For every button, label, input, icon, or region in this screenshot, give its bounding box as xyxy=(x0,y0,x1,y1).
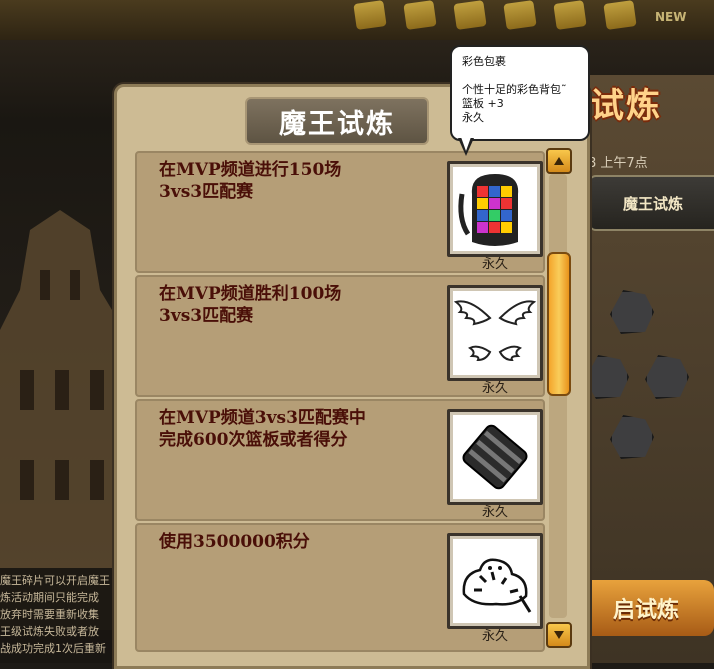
reward-item-slot[interactable] xyxy=(447,161,543,257)
tooltip-duration: 永久 xyxy=(462,111,484,124)
arrow-down-icon xyxy=(554,631,564,639)
task-text-line: 使用3500000积分 xyxy=(159,532,310,552)
stone-fragment-icon xyxy=(585,355,629,399)
task-description: 在MVP频道3vs3匹配赛中 完成600次篮板或者得分 xyxy=(159,407,429,451)
item-duration: 永久 xyxy=(481,505,508,520)
panel-title: 魔王试炼 xyxy=(279,108,395,140)
right-time: 8 上午7点 xyxy=(588,156,648,171)
menu-icon-5[interactable] xyxy=(553,0,587,30)
task-text-line: 完成600次篮板或者得分 xyxy=(159,430,348,450)
left-info-line: 魔王碎片可以开启魔王 xyxy=(0,574,110,587)
title-plate: 魔王试炼 xyxy=(245,97,429,145)
reward-item-slot[interactable] xyxy=(447,409,543,505)
task-description: 使用3500000积分 xyxy=(159,531,429,553)
arrow-up-icon xyxy=(554,157,564,165)
right-title: 试炼 xyxy=(590,86,662,126)
white-tiger-icon xyxy=(462,558,532,613)
tooltip-tail-inner xyxy=(461,137,471,151)
tooltip-stat: 篮板 +3 xyxy=(462,97,504,110)
menu-icon-3[interactable] xyxy=(453,0,487,30)
stone-fragment-icon xyxy=(610,290,654,334)
task-text-line: 在MVP频道3vs3匹配赛中 xyxy=(159,408,366,428)
left-info-line: 炼活动期间只能完成 xyxy=(0,591,99,604)
armband-icon xyxy=(462,424,528,490)
task-description: 在MVP频道进行150场 3vs3匹配赛 xyxy=(159,159,429,203)
top-menu-bar: NEW xyxy=(0,0,714,40)
task-row: 在MVP频道进行150场 3vs3匹配赛 永久 xyxy=(135,151,545,273)
menu-icon-6[interactable] xyxy=(603,0,637,30)
item-duration: 永久 xyxy=(481,381,508,396)
scroll-up-button[interactable] xyxy=(546,148,572,174)
reward-item-slot[interactable] xyxy=(447,285,543,381)
white-wings-icon xyxy=(453,300,537,362)
demon-trial-panel: 魔王试炼 在MVP频道进行150场 3vs3匹配赛 永久 在MVP频道胜利100… xyxy=(114,84,590,669)
scroll-thumb[interactable] xyxy=(547,252,571,396)
menu-icon-1[interactable] xyxy=(353,0,387,30)
task-row: 在MVP频道3vs3匹配赛中 完成600次篮板或者得分 永久 xyxy=(135,399,545,521)
tooltip-description: 个性十足的彩色背包˜ xyxy=(462,83,567,96)
reward-item-slot[interactable] xyxy=(447,533,543,629)
left-info-line: 放弃时需要重新收集 xyxy=(0,608,99,621)
task-text-line: 在MVP频道进行150场 xyxy=(159,160,342,180)
item-duration: 永久 xyxy=(481,257,508,272)
scroll-down-button[interactable] xyxy=(546,622,572,648)
task-text-line: 3vs3匹配赛 xyxy=(159,306,254,326)
stone-fragment-icon xyxy=(610,415,654,459)
stone-fragment-icon xyxy=(645,355,689,399)
task-description: 在MVP频道胜利100场 3vs3匹配赛 xyxy=(159,283,429,327)
news-label: NEW xyxy=(655,10,687,24)
left-info-line: 战成功完成1次后重新 xyxy=(0,642,106,655)
stone-fragments xyxy=(585,270,714,500)
left-info-line: 王级试炼失败或者放 xyxy=(0,625,99,638)
castle-silhouette-icon xyxy=(0,210,130,630)
task-row: 使用3500000积分 永久 xyxy=(135,523,545,652)
start-trial-button[interactable]: 启试炼 xyxy=(578,580,714,636)
menu-icon-2[interactable] xyxy=(403,0,437,30)
colorful-backpack-icon xyxy=(458,174,519,246)
tab-demon-trial[interactable]: 魔王试炼 xyxy=(588,175,714,231)
task-list-scrollbar[interactable] xyxy=(544,146,572,648)
scroll-track[interactable] xyxy=(549,174,567,618)
menu-icon-4[interactable] xyxy=(503,0,537,30)
task-text-line: 3vs3匹配赛 xyxy=(159,182,254,202)
tooltip-item-name: 彩色包裹 xyxy=(462,55,506,68)
item-tooltip: 彩色包裹 个性十足的彩色背包˜ 篮板 +3 永久 xyxy=(450,45,590,141)
item-duration: 永久 xyxy=(481,629,508,644)
left-info-text: 魔王碎片可以开启魔王 炼活动期间只能完成 放弃时需要重新收集 王级试炼失败或者放… xyxy=(0,568,118,663)
task-text-line: 在MVP频道胜利100场 xyxy=(159,284,342,304)
task-row: 在MVP频道胜利100场 3vs3匹配赛 永久 xyxy=(135,275,545,397)
